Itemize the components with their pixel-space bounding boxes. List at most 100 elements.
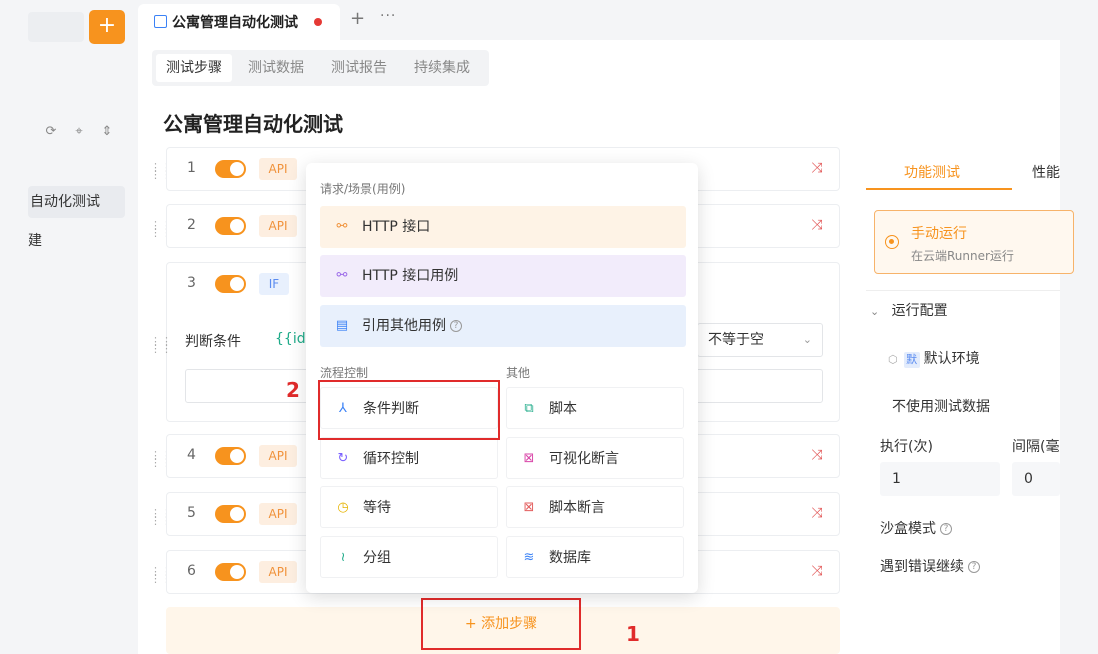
condition-operator-select[interactable]: 不等于空 ⌄: [697, 323, 823, 357]
step-type-badge: API: [259, 215, 297, 237]
step-number: 1: [187, 160, 196, 176]
menu-item-loop[interactable]: ↻ 循环控制: [320, 437, 498, 479]
link-icon: ⚯: [336, 268, 348, 283]
menu-item-script[interactable]: ⧉ 脚本: [506, 387, 684, 429]
run-config-label: 运行配置: [891, 303, 948, 319]
step-toggle[interactable]: [215, 505, 246, 523]
chevron-down-icon: ⌄: [870, 305, 880, 318]
sidebar: + ⟳ ⌖ ⇕ 自动化测试 建: [0, 0, 138, 654]
drag-handle-icon[interactable]: ⋮⋮⋮⋮: [150, 162, 172, 180]
help-icon[interactable]: ?: [940, 523, 952, 535]
step-number: 5: [187, 505, 196, 521]
expand-collapse-icon[interactable]: ⇕: [99, 124, 115, 140]
menu-item-ref-case[interactable]: ▤ 引用其他用例?: [320, 305, 686, 347]
menu-item-group[interactable]: ≀ 分组: [320, 536, 498, 578]
interval-input[interactable]: 0: [1012, 462, 1060, 496]
step-toggle[interactable]: [215, 563, 246, 581]
tab-bar: 公寓管理自动化测试 + ···: [138, 0, 1060, 40]
new-tab-button[interactable]: +: [350, 8, 365, 29]
page-title: 公寓管理自动化测试: [163, 112, 343, 136]
env-badge: 默: [903, 352, 920, 368]
tab-ci[interactable]: 持续集成: [404, 54, 480, 82]
menu-item-label: 可视化断言: [549, 451, 619, 467]
env-settings-icon: ⬡: [888, 353, 898, 366]
document-tab-title: 公寓管理自动化测试: [172, 15, 298, 31]
radio-selected[interactable]: [885, 235, 899, 249]
menu-item-label: 循环控制: [363, 451, 419, 467]
menu-item-http-case[interactable]: ⚯ HTTP 接口用例: [320, 255, 686, 297]
locate-icon[interactable]: ⌖: [71, 124, 87, 140]
condition-label: 判断条件: [185, 334, 241, 350]
menu-item-label: 脚本断言: [549, 500, 605, 516]
tab-test-report[interactable]: 测试报告: [321, 54, 397, 82]
drag-handle-icon[interactable]: ⋮⋮⋮⋮: [150, 508, 172, 526]
step-toggle[interactable]: [215, 447, 246, 465]
menu-item-label: 分组: [363, 550, 391, 566]
menu-item-label: HTTP 接口: [362, 219, 431, 235]
menu-item-database[interactable]: ≋ 数据库: [506, 536, 684, 578]
step-toggle[interactable]: [215, 160, 246, 178]
add-step-menu: 请求/场景(用例) ⚯ HTTP 接口 ⚯ HTTP 接口用例 ▤ 引用其他用例…: [306, 163, 698, 593]
annotation-highlight-box: [318, 380, 500, 440]
annotation-number-2: 2: [286, 378, 300, 402]
more-tabs-button[interactable]: ···: [380, 8, 396, 24]
unlink-icon[interactable]: ⤨: [809, 447, 825, 463]
assert-icon: ⊠: [523, 500, 535, 515]
unlink-icon[interactable]: ⤨: [809, 505, 825, 521]
sidebar-item-active[interactable]: 自动化测试: [28, 186, 125, 218]
menu-item-script-assert[interactable]: ⊠ 脚本断言: [506, 486, 684, 528]
unlink-icon[interactable]: ⤨: [809, 217, 825, 233]
run-config-header[interactable]: ⌄ 运行配置: [870, 300, 948, 320]
test-data-select[interactable]: 不使用测试数据: [892, 396, 990, 416]
sandbox-mode-option[interactable]: 沙盒模式?: [880, 518, 952, 538]
help-icon[interactable]: ?: [968, 561, 980, 573]
condition-operator-value: 不等于空: [708, 332, 764, 348]
database-icon: ≋: [523, 550, 535, 565]
drag-handle-icon[interactable]: ⋮⋮⋮⋮: [150, 566, 172, 584]
tab-performance[interactable]: 性能: [1032, 162, 1060, 182]
sidebar-item[interactable]: 建: [28, 226, 42, 256]
document-tab[interactable]: 公寓管理自动化测试: [138, 4, 340, 40]
drag-handle-icon[interactable]: ⋮⋮⋮⋮: [150, 220, 172, 238]
menu-item-visual-assert[interactable]: ⊠ 可视化断言: [506, 437, 684, 479]
step-type-badge: API: [259, 503, 297, 525]
step-toggle[interactable]: [215, 275, 246, 293]
step-number: 6: [187, 563, 196, 579]
help-icon[interactable]: ?: [450, 320, 462, 332]
annotation-number-1: 1: [626, 622, 640, 646]
divider: [866, 290, 1060, 291]
step-toggle[interactable]: [215, 217, 246, 235]
unlink-icon[interactable]: ⤨: [809, 563, 825, 579]
loop-icon: ↻: [337, 451, 349, 466]
continue-on-error-option[interactable]: 遇到错误继续?: [880, 556, 980, 576]
menu-item-http[interactable]: ⚯ HTTP 接口: [320, 206, 686, 248]
sandbox-label: 沙盒模式: [880, 521, 936, 537]
add-step-button[interactable]: + 添加步骤: [421, 598, 581, 650]
interval-label: 间隔(毫: [1012, 439, 1060, 455]
tab-test-data[interactable]: 测试数据: [238, 54, 314, 82]
menu-item-wait[interactable]: ◷ 等待: [320, 486, 498, 528]
menu-item-label: 脚本: [549, 401, 577, 417]
step-number: 4: [187, 447, 196, 463]
tab-test-steps[interactable]: 测试步骤: [156, 54, 232, 82]
step-type-badge: IF: [259, 273, 289, 295]
unlink-icon[interactable]: ⤨: [809, 160, 825, 176]
run-option-title: 手动运行: [911, 226, 967, 242]
exec-count-input[interactable]: 1: [880, 462, 1000, 496]
refresh-icon[interactable]: ⟳: [43, 124, 59, 140]
menu-item-label: 数据库: [549, 550, 591, 566]
sidebar-search[interactable]: [28, 12, 84, 42]
section-flow: 流程控制: [320, 366, 369, 380]
active-tab-underline: [866, 188, 1012, 190]
step-type-badge: API: [259, 445, 297, 467]
drag-handle-icon[interactable]: ⋮⋮⋮⋮: [150, 336, 172, 354]
subtab-group: 测试步骤 测试数据 测试报告 持续集成: [152, 50, 489, 86]
add-button[interactable]: +: [89, 10, 125, 44]
environment-select[interactable]: ⬡ 默默认环境: [888, 348, 980, 368]
manual-run-option[interactable]: 手动运行 在云端Runner运行: [874, 210, 1074, 274]
tab-functional-test[interactable]: 功能测试: [904, 162, 960, 182]
menu-item-label: 等待: [363, 500, 391, 516]
step-type-badge: API: [259, 158, 297, 180]
test-case-icon: ▤: [335, 318, 349, 333]
drag-handle-icon[interactable]: ⋮⋮⋮⋮: [150, 450, 172, 468]
